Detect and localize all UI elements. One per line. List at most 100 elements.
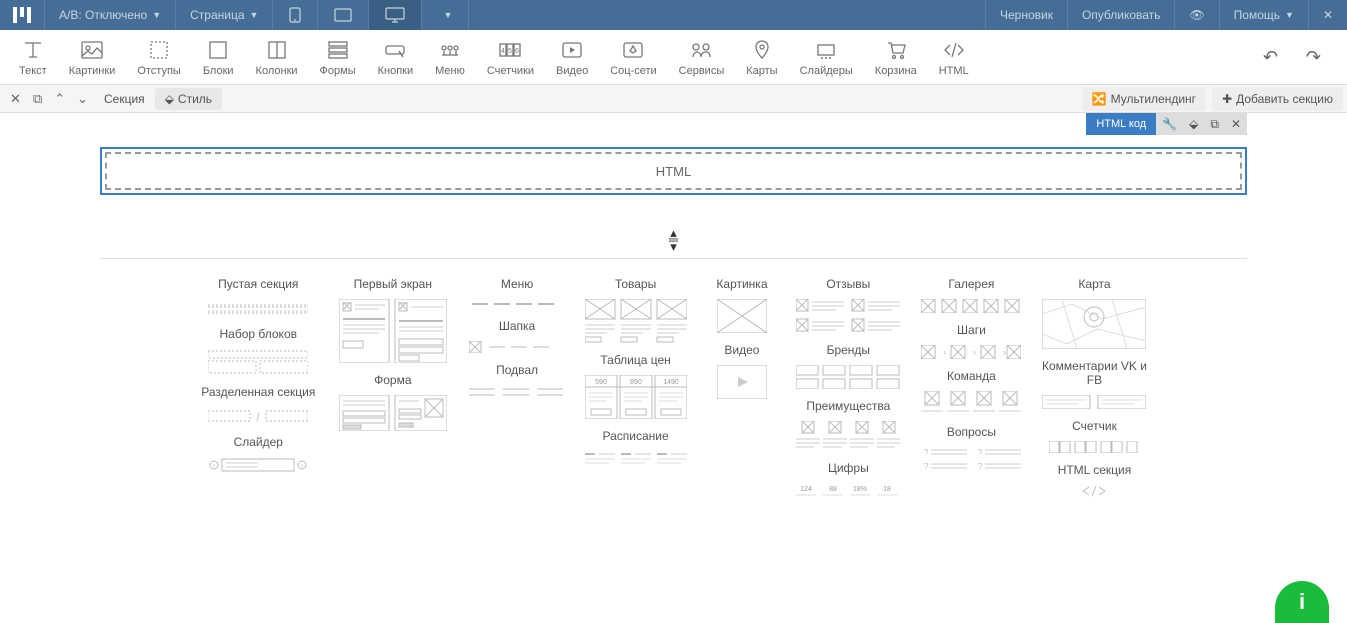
preview-button[interactable]: 👁 xyxy=(1174,0,1218,30)
template-schedule[interactable] xyxy=(585,451,687,467)
device-desktop[interactable] xyxy=(369,0,422,30)
template-title: Таблица цен xyxy=(600,353,670,367)
tool-forms[interactable]: Формы xyxy=(309,30,367,84)
template-counter[interactable] xyxy=(1049,441,1139,453)
tool-html[interactable]: HTML xyxy=(928,30,980,84)
tool-columns[interactable]: Колонки xyxy=(245,30,309,84)
resize-handle[interactable]: ▴═▾ xyxy=(100,229,1247,250)
template-numbers[interactable]: 1248818%18 xyxy=(796,483,900,497)
caret-icon: ▼ xyxy=(443,10,452,20)
html-block[interactable]: HTML xyxy=(100,147,1247,195)
ab-toggle[interactable]: A/B: Отключено ▼ xyxy=(45,0,176,30)
tool-video[interactable]: Видео xyxy=(545,30,599,84)
device-tablet[interactable] xyxy=(318,0,369,30)
device-mobile[interactable] xyxy=(273,0,318,30)
template-empty[interactable] xyxy=(208,299,308,317)
template-reviews[interactable] xyxy=(796,299,900,333)
template-video[interactable] xyxy=(717,365,767,399)
template-faq[interactable]: ???? xyxy=(921,447,1021,471)
tool-social[interactable]: Соц-сети xyxy=(599,30,667,84)
tool-buttons[interactable]: Кнопки xyxy=(367,30,425,84)
tool-maps[interactable]: Карты xyxy=(735,30,788,84)
tool-sliders[interactable]: Слайдеры xyxy=(789,30,864,84)
svg-text:6: 6 xyxy=(516,48,520,55)
template-title: Пустая секция xyxy=(218,277,298,291)
template-header[interactable] xyxy=(469,341,565,353)
canvas: HTML код 🔧 ⬙ ⧉ ✕ HTML ▴═▾ Пустая секция … xyxy=(0,113,1347,497)
publish-button[interactable]: Опубликовать xyxy=(1067,0,1174,30)
template-title: Меню xyxy=(501,277,533,291)
template-hero[interactable] xyxy=(339,299,447,363)
help-fab[interactable]: i xyxy=(1275,581,1329,623)
template-slider[interactable]: ‹› xyxy=(208,457,308,473)
element-delete-icon[interactable]: ✕ xyxy=(1225,117,1247,131)
section-bar: ✕ ⧉ ⌃ ⌄ Секция ⬙Стиль 🔀Мультилендинг ✚До… xyxy=(0,85,1347,113)
svg-text:›: › xyxy=(973,347,976,357)
add-section-button[interactable]: ✚Добавить секцию xyxy=(1212,87,1343,111)
template-title: Отзывы xyxy=(826,277,870,291)
template-gallery[interactable] xyxy=(921,299,1021,313)
section-up-icon[interactable]: ⌃ xyxy=(48,91,71,107)
svg-text:124: 124 xyxy=(800,486,812,493)
element-style-icon[interactable]: ⬙ xyxy=(1183,117,1204,131)
section-label: Секция xyxy=(94,92,155,106)
template-title: Видео xyxy=(724,343,759,357)
template-title: Вопросы xyxy=(947,425,996,439)
template-products[interactable] xyxy=(585,299,687,343)
logo[interactable] xyxy=(0,0,45,30)
caret-icon: ▼ xyxy=(1285,10,1294,20)
tool-menu[interactable]: Меню xyxy=(424,30,476,84)
caret-icon: ▼ xyxy=(152,10,161,20)
redo-button[interactable]: ↷ xyxy=(1306,47,1321,68)
tool-blocks[interactable]: Блоки xyxy=(192,30,245,84)
template-map[interactable] xyxy=(1042,299,1146,349)
device-more[interactable]: ▼ xyxy=(422,0,469,30)
template-comments[interactable] xyxy=(1042,395,1146,409)
close-button[interactable]: ✕ xyxy=(1308,0,1347,30)
help-dropdown[interactable]: Помощь▼ xyxy=(1219,0,1308,30)
svg-text:590: 590 xyxy=(595,379,607,386)
page-dropdown[interactable]: Страница▼ xyxy=(176,0,273,30)
template-title: Преимущества xyxy=(806,399,890,413)
section-style-button[interactable]: ⬙Стиль xyxy=(155,88,222,110)
template-footer[interactable] xyxy=(469,385,565,399)
draft-status[interactable]: Черновик xyxy=(985,0,1067,30)
template-pricing[interactable]: 5908901490 xyxy=(585,375,687,419)
ab-label: A/B: Отключено xyxy=(59,8,147,22)
template-form[interactable] xyxy=(339,395,447,431)
tool-cart[interactable]: Корзина xyxy=(864,30,928,84)
template-html-section[interactable] xyxy=(1079,485,1109,497)
element-settings-icon[interactable]: 🔧 xyxy=(1156,117,1183,131)
svg-text:?: ? xyxy=(978,448,983,457)
template-split[interactable]: / xyxy=(208,407,308,425)
tool-padding[interactable]: Отступы xyxy=(126,30,192,84)
tool-text[interactable]: Текст xyxy=(8,30,58,84)
template-title: Расписание xyxy=(603,429,669,443)
template-title: Разделенная секция xyxy=(201,385,315,399)
multilanding-button[interactable]: 🔀Мультилендинг xyxy=(1082,87,1206,111)
template-title: Команда xyxy=(947,369,996,383)
template-title: Набор блоков xyxy=(220,327,297,341)
eye-icon: 👁 xyxy=(1189,8,1204,22)
section-down-icon[interactable]: ⌄ xyxy=(71,91,94,107)
template-steps[interactable]: ››› xyxy=(921,345,1021,359)
template-title: Шапка xyxy=(499,319,535,333)
section-copy-icon[interactable]: ⧉ xyxy=(27,91,48,107)
element-badge-label[interactable]: HTML код xyxy=(1086,113,1156,135)
template-title: Подвал xyxy=(496,363,538,377)
template-menu[interactable] xyxy=(472,299,562,309)
template-team[interactable] xyxy=(921,391,1021,415)
template-brands[interactable] xyxy=(796,365,900,389)
element-copy-icon[interactable]: ⧉ xyxy=(1204,117,1225,132)
tool-images[interactable]: Картинки xyxy=(58,30,127,84)
section-close-icon[interactable]: ✕ xyxy=(4,91,27,107)
template-blocks[interactable] xyxy=(208,349,308,375)
svg-text:5: 5 xyxy=(509,48,513,55)
svg-text:18%: 18% xyxy=(853,486,867,493)
tool-counters[interactable]: 456Счетчики xyxy=(476,30,545,84)
svg-text:4: 4 xyxy=(502,48,506,55)
template-benefits[interactable] xyxy=(796,421,900,451)
template-image[interactable] xyxy=(717,299,767,333)
undo-button[interactable]: ↶ xyxy=(1263,47,1278,68)
tool-services[interactable]: Сервисы xyxy=(668,30,736,84)
